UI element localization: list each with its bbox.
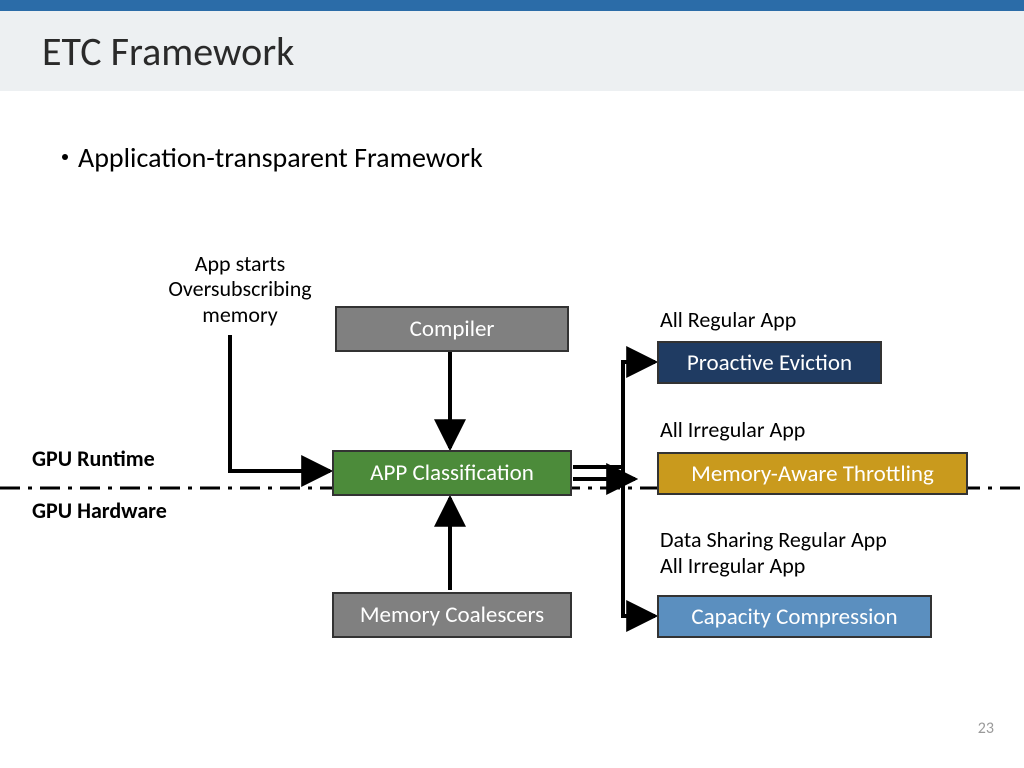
box-app-classification-label: APP Classification: [370, 459, 534, 487]
page-number: 23: [978, 719, 994, 738]
bullet-dot-icon: [62, 154, 68, 160]
box-proactive-eviction-label: Proactive Eviction: [687, 349, 852, 377]
box-memory-aware-throttling-label: Memory-Aware Throttling: [691, 460, 934, 488]
bullet-text: Application-transparent Framework: [78, 140, 483, 175]
box-memory-coalescers-label: Memory Coalescers: [360, 601, 544, 629]
bullet-item: Application-transparent Framework: [62, 140, 483, 175]
label-gpu-hardware: GPU Hardware: [32, 498, 167, 523]
label-data-sharing-2: All Irregular App: [660, 553, 805, 578]
label-gpu-runtime: GPU Runtime: [32, 446, 155, 471]
box-app-classification: APP Classification: [332, 450, 572, 496]
box-capacity-compression-label: Capacity Compression: [691, 603, 897, 631]
label-oversubscribe: App starts Oversubscribing memory: [140, 251, 340, 327]
box-capacity-compression: Capacity Compression: [657, 595, 932, 638]
label-data-sharing-1: Data Sharing Regular App: [660, 527, 887, 552]
title-band: ETC Framework: [0, 11, 1024, 91]
box-proactive-eviction: Proactive Eviction: [657, 341, 882, 384]
slide-title: ETC Framework: [42, 27, 294, 76]
box-memory-coalescers: Memory Coalescers: [332, 592, 572, 638]
box-compiler: Compiler: [335, 306, 569, 352]
accent-bar: [0, 0, 1024, 11]
box-compiler-label: Compiler: [410, 315, 495, 343]
box-memory-aware-throttling: Memory-Aware Throttling: [657, 452, 968, 495]
diagram-arrows: [0, 0, 1024, 768]
label-all-regular: All Regular App: [660, 307, 796, 332]
label-all-irregular: All Irregular App: [660, 417, 805, 442]
